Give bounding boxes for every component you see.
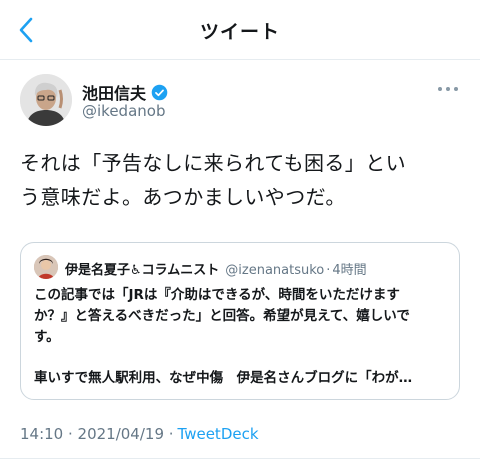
verified-badge-icon	[151, 84, 168, 100]
more-options-icon[interactable]	[434, 82, 462, 96]
tweet-timestamp: 14:10 · 2021/04/19 ·	[20, 425, 174, 443]
quoted-tweet-card[interactable]: 伊是名夏子♿コラムニスト @izenanatsuko · 4時間 この記事では「…	[20, 242, 460, 400]
quoted-link-preview-text: 車いすで無人駅利用、なぜ中傷 伊是名さんブログに「わが…	[34, 370, 413, 386]
display-name[interactable]: 池田信夫	[82, 80, 146, 104]
author-handle[interactable]: @ikedanob	[82, 102, 165, 120]
tweet-text-line: う意味だよ。あつかましいやつだ。	[20, 185, 346, 209]
author-name-row: 池田信夫	[82, 80, 168, 104]
tweet-meta: 14:10 · 2021/04/19 · TweetDeck	[20, 425, 259, 443]
quoted-text: この記事では「JRは『介助はできるが、時間をいただけます か？』と答えるべきだっ…	[34, 285, 450, 348]
quoted-separator: ·	[326, 263, 331, 278]
top-bar: ツイート	[0, 0, 480, 60]
tweet-source-link[interactable]: TweetDeck	[178, 425, 259, 443]
quoted-text-line: す。	[34, 329, 60, 345]
tweet-text-line: それは「予告なしに来られても困る」とい	[20, 151, 406, 175]
quoted-text-line: か？』と答えるべきだった」と回答。希望が見えて、嬉しいで	[34, 308, 410, 324]
quoted-time: 4時間	[332, 263, 367, 278]
quoted-text-line: この記事では「JRは『介助はできるが、時間をいただけます	[34, 287, 400, 303]
divider	[0, 458, 480, 459]
quoted-avatar	[34, 255, 58, 279]
quoted-avatar-image	[34, 255, 58, 279]
quoted-header: 伊是名夏子♿コラムニスト @izenanatsuko · 4時間	[65, 259, 367, 278]
tweet-text: それは「予告なしに来られても困る」とい う意味だよ。あつかましいやつだ。	[20, 146, 464, 214]
avatar[interactable]	[20, 74, 72, 126]
quoted-display-name: 伊是名夏子♿コラムニスト	[65, 263, 220, 278]
avatar-image	[20, 74, 72, 126]
quoted-handle: @izenanatsuko	[225, 263, 325, 278]
page-title: ツイート	[199, 21, 280, 43]
